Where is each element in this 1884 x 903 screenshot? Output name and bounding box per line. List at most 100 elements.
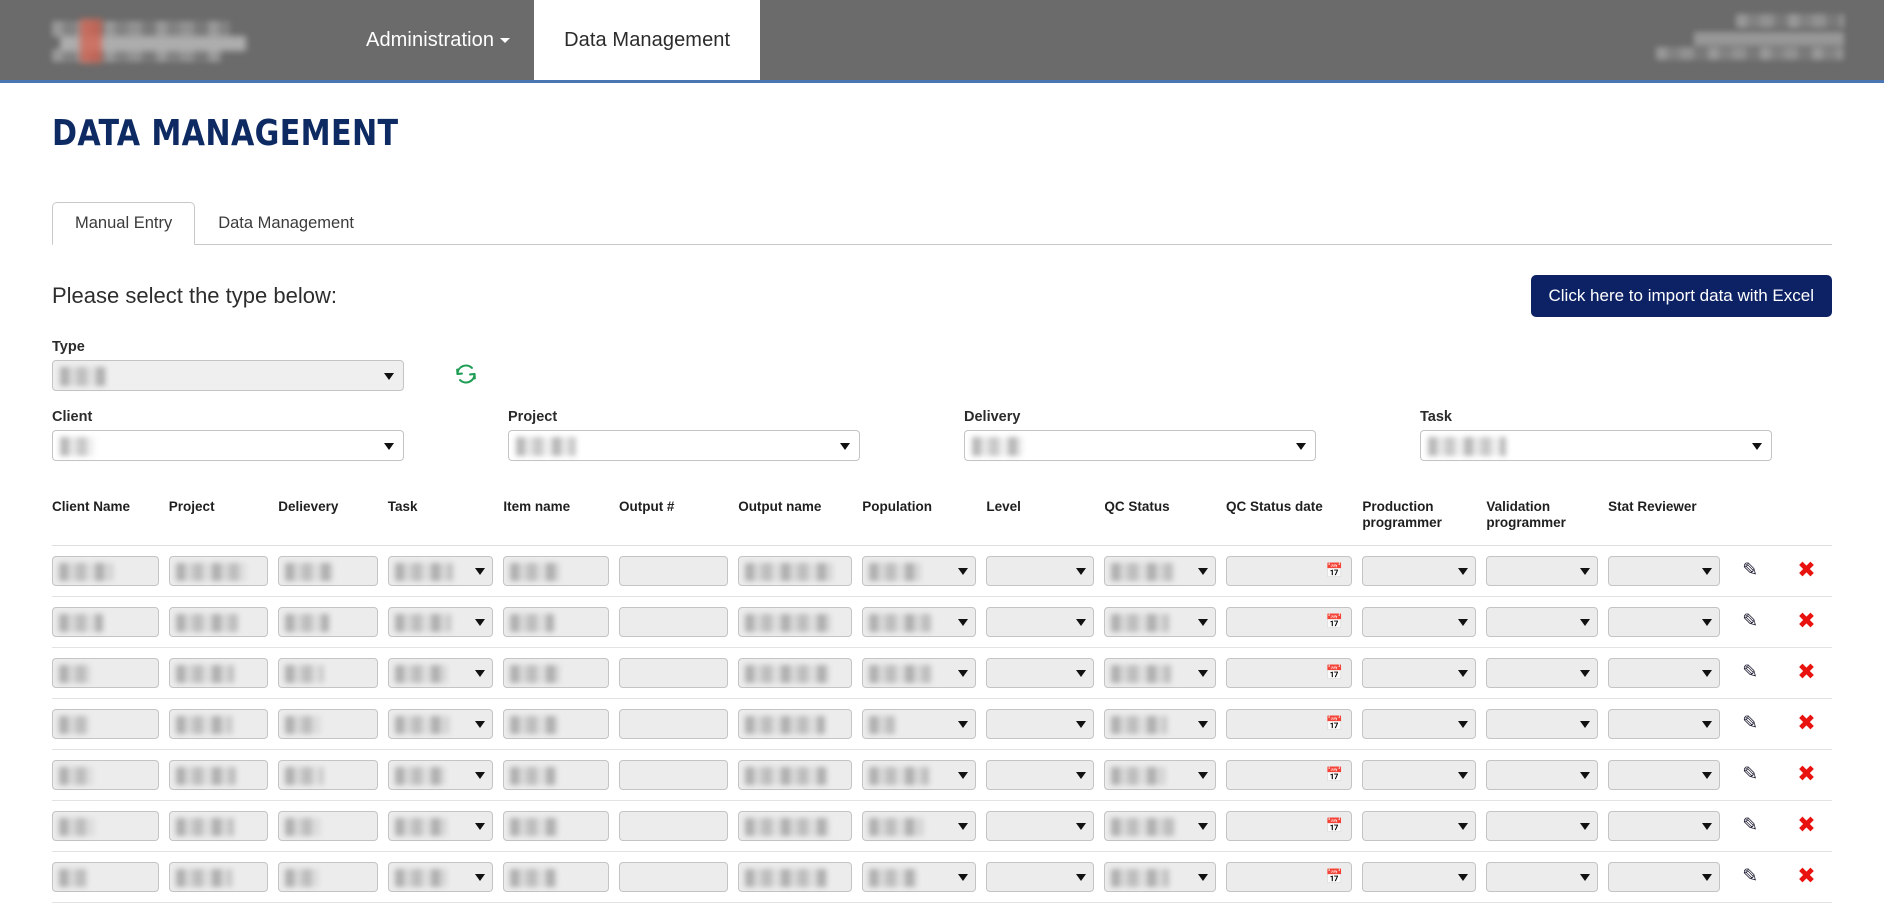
population-select[interactable] [862,555,977,586]
production-programmer-select[interactable] [1362,606,1477,637]
item-name-input[interactable] [503,810,609,841]
population-select[interactable] [862,759,977,790]
population-select[interactable] [862,810,977,841]
task-select[interactable] [387,810,494,841]
qc-status-date-input[interactable]: 📅 [1226,759,1353,790]
task-select[interactable] [1420,430,1772,461]
edit-row-icon[interactable]: ✎ [1742,764,1758,784]
client-name-input[interactable] [52,861,159,892]
population-select[interactable] [862,657,977,688]
stat-reviewer-select[interactable] [1608,606,1720,637]
stat-reviewer-select[interactable] [1608,555,1720,586]
project-input[interactable] [168,606,269,637]
tab-data-management[interactable]: Data Management [195,202,377,245]
calendar-icon[interactable]: 📅 [1326,717,1343,731]
output-input[interactable] [618,861,729,892]
edit-row-icon[interactable]: ✎ [1742,713,1758,733]
qc-status-select[interactable] [1104,555,1217,586]
task-select[interactable] [387,555,494,586]
delete-row-icon[interactable]: ✖ [1797,559,1815,582]
validation-programmer-select[interactable] [1486,861,1599,892]
output-input[interactable] [618,657,729,688]
client-name-input[interactable] [52,657,159,688]
production-programmer-select[interactable] [1362,555,1477,586]
calendar-icon[interactable]: 📅 [1326,564,1343,578]
stat-reviewer-select[interactable] [1608,810,1720,841]
delete-row-icon[interactable]: ✖ [1797,865,1815,888]
client-name-input[interactable] [52,606,159,637]
edit-row-icon[interactable]: ✎ [1742,866,1758,886]
delete-row-icon[interactable]: ✖ [1797,712,1815,735]
item-name-input[interactable] [503,708,609,739]
validation-programmer-select[interactable] [1486,810,1599,841]
output-input[interactable] [618,606,729,637]
project-input[interactable] [168,708,269,739]
output-name-input[interactable] [738,759,853,790]
project-input[interactable] [168,861,269,892]
qc-status-date-input[interactable]: 📅 [1226,861,1353,892]
validation-programmer-select[interactable] [1486,555,1599,586]
output-name-input[interactable] [738,606,853,637]
delievery-input[interactable] [278,657,378,688]
calendar-icon[interactable]: 📅 [1326,768,1343,782]
calendar-icon[interactable]: 📅 [1326,666,1343,680]
import-excel-button[interactable]: Click here to import data with Excel [1530,275,1832,317]
qc-status-date-input[interactable]: 📅 [1226,606,1353,637]
qc-status-select[interactable] [1104,759,1217,790]
delivery-select[interactable] [964,430,1316,461]
account-info-redacted[interactable] [1624,14,1844,64]
project-input[interactable] [168,555,269,586]
delievery-input[interactable] [278,810,378,841]
population-select[interactable] [862,606,977,637]
output-input[interactable] [618,555,729,586]
qc-status-select[interactable] [1104,861,1217,892]
population-select[interactable] [862,861,977,892]
qc-status-date-input[interactable]: 📅 [1226,555,1353,586]
production-programmer-select[interactable] [1362,759,1477,790]
client-name-input[interactable] [52,555,159,586]
delievery-input[interactable] [278,606,378,637]
qc-status-date-input[interactable]: 📅 [1226,708,1353,739]
output-name-input[interactable] [738,657,853,688]
level-select[interactable] [986,861,1095,892]
output-name-input[interactable] [738,810,853,841]
client-name-input[interactable] [52,708,159,739]
calendar-icon[interactable]: 📅 [1326,870,1343,884]
level-select[interactable] [986,657,1095,688]
production-programmer-select[interactable] [1362,708,1477,739]
task-select[interactable] [387,606,494,637]
validation-programmer-select[interactable] [1486,759,1599,790]
delievery-input[interactable] [278,861,378,892]
delievery-input[interactable] [278,759,378,790]
validation-programmer-select[interactable] [1486,606,1599,637]
task-select[interactable] [387,708,494,739]
level-select[interactable] [986,759,1095,790]
level-select[interactable] [986,810,1095,841]
delievery-input[interactable] [278,708,378,739]
refresh-button[interactable] [452,360,480,388]
output-name-input[interactable] [738,861,853,892]
project-input[interactable] [168,759,269,790]
type-select[interactable] [52,360,404,391]
project-input[interactable] [168,810,269,841]
nav-item-administration[interactable]: Administration [342,0,534,80]
qc-status-select[interactable] [1104,606,1217,637]
delete-row-icon[interactable]: ✖ [1797,610,1815,633]
output-name-input[interactable] [738,708,853,739]
stat-reviewer-select[interactable] [1608,708,1720,739]
task-select[interactable] [387,861,494,892]
output-input[interactable] [618,810,729,841]
edit-row-icon[interactable]: ✎ [1742,662,1758,682]
item-name-input[interactable] [503,861,609,892]
edit-row-icon[interactable]: ✎ [1742,815,1758,835]
item-name-input[interactable] [503,759,609,790]
qc-status-select[interactable] [1104,708,1217,739]
population-select[interactable] [862,708,977,739]
edit-row-icon[interactable]: ✎ [1742,611,1758,631]
tab-manual-entry[interactable]: Manual Entry [52,202,196,245]
edit-row-icon[interactable]: ✎ [1742,560,1758,580]
production-programmer-select[interactable] [1362,861,1477,892]
brand-logo[interactable] [52,19,262,63]
client-select[interactable] [52,430,404,461]
project-select[interactable] [508,430,860,461]
